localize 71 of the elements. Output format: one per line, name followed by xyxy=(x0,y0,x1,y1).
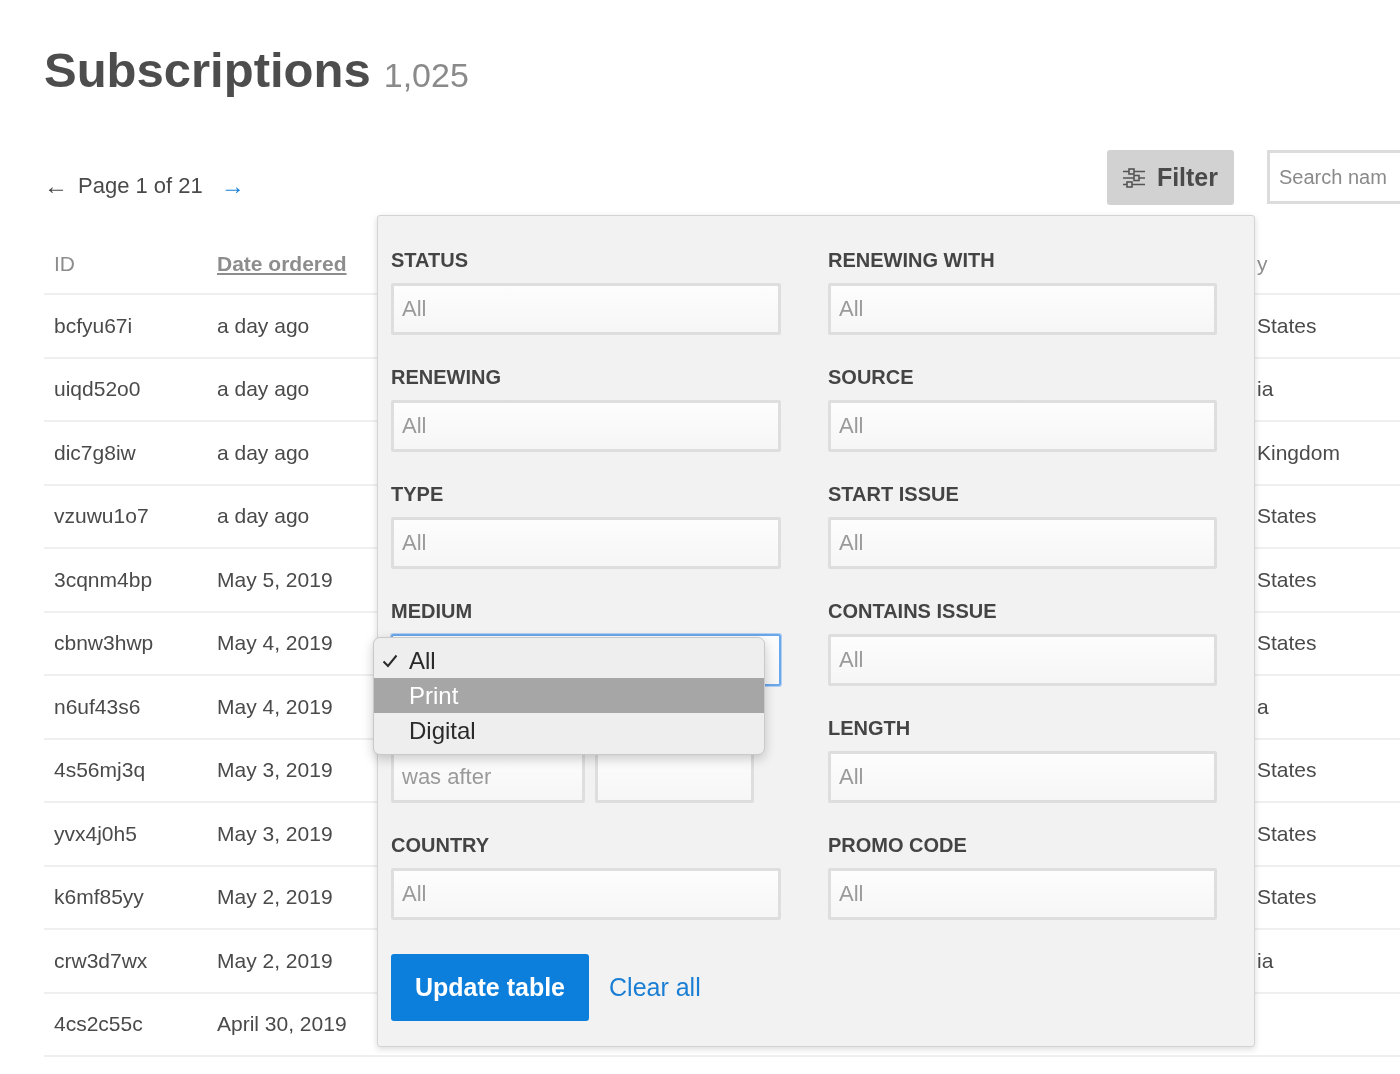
table-cell-text: May 4, 2019 xyxy=(216,694,333,719)
next-page-link[interactable]: → xyxy=(220,172,245,200)
menu-option[interactable]: Digital xyxy=(374,713,764,748)
table-cell-text: May 2, 2019 xyxy=(216,885,333,910)
table-cell-text: May 5, 2019 xyxy=(216,567,333,592)
table-cell-text: May 3, 2019 xyxy=(216,758,333,783)
table-cell-text: a day ago xyxy=(216,313,310,338)
table-cell-text: April 30, 2019 xyxy=(216,1012,347,1037)
filter-select[interactable]: All xyxy=(828,400,1217,452)
search-field[interactable]: Search nam xyxy=(1267,150,1400,204)
filter-select[interactable]: All xyxy=(391,400,781,452)
table-cell: States xyxy=(1257,504,1317,529)
column-header[interactable]: y xyxy=(1257,252,1268,276)
table-cell: Kingdom xyxy=(1257,440,1340,465)
filter-label: LENGTH xyxy=(828,716,911,740)
filter-icon xyxy=(1122,167,1145,188)
filter-select[interactable]: All xyxy=(828,517,1217,569)
table-cell-text: a day ago xyxy=(216,377,310,402)
column-header[interactable]: ID xyxy=(44,252,75,276)
filter-label: PROMO CODE xyxy=(828,833,967,857)
filter-select[interactable]: All xyxy=(391,868,781,920)
table-cell: States xyxy=(1257,821,1317,846)
table-cell: States xyxy=(1257,885,1317,910)
table-cell: ia xyxy=(1257,377,1274,402)
filter-select[interactable]: All xyxy=(828,751,1217,803)
filter-button[interactable]: Filter xyxy=(1106,150,1234,205)
table-cell: States xyxy=(1257,567,1317,592)
filter-label: MEDIUM xyxy=(391,599,473,623)
table-cell-text: May 4, 2019 xyxy=(216,631,333,656)
table-cell: ia xyxy=(1257,948,1274,973)
record-count: 1,025 xyxy=(383,56,469,95)
filter-select[interactable]: All xyxy=(391,517,781,569)
table-cell-text: vzuwu1o7 xyxy=(53,504,149,529)
table-cell-text: 3cqnm4bp xyxy=(53,567,153,592)
page-title: Subscriptions xyxy=(44,42,371,99)
filter-select[interactable]: All xyxy=(391,283,781,335)
filter-label: RENEWING xyxy=(391,365,501,389)
menu-option[interactable]: Print xyxy=(374,678,764,713)
table-cell: States xyxy=(1257,758,1317,783)
menu-option[interactable]: All xyxy=(374,643,764,678)
table-cell: States xyxy=(1257,631,1317,656)
filter-select[interactable]: All xyxy=(828,634,1217,686)
table-cell-text: uiqd52o0 xyxy=(53,377,141,402)
filter-label: TYPE xyxy=(391,482,444,506)
table-cell-text: 4s56mj3q xyxy=(53,758,146,783)
page-indicator: Page 1 of 21 xyxy=(78,172,203,200)
table-cell-text: a day ago xyxy=(216,504,310,529)
filter-label: COUNTRY xyxy=(391,833,490,857)
table-cell: States xyxy=(1257,313,1317,338)
table-cell: a xyxy=(1257,694,1269,719)
filter-label: STATUS xyxy=(391,248,469,272)
filter-label: RENEWING WITH xyxy=(828,248,995,272)
table-cell-text: May 2, 2019 xyxy=(216,948,333,973)
table-cell-text: May 3, 2019 xyxy=(216,821,333,846)
table-cell-text: yvx4j0h5 xyxy=(53,821,137,846)
table-cell-text: dic7g8iw xyxy=(53,440,136,465)
table-cell-text: bcfyu67i xyxy=(53,313,133,338)
column-header[interactable]: Date ordered xyxy=(207,252,347,276)
table-cell-text: a day ago xyxy=(216,440,310,465)
table-cell-text: n6uf43s6 xyxy=(53,694,141,719)
filter-select[interactable]: All xyxy=(828,283,1217,335)
filter-label: SOURCE xyxy=(828,365,914,389)
table-cell-text: 4cs2c55c xyxy=(53,1012,143,1037)
table-cell-text: cbnw3hwp xyxy=(53,631,154,656)
table-cell-text: k6mf85yy xyxy=(53,885,144,910)
table-cell-text: crw3d7wx xyxy=(53,948,148,973)
filter-label: START ISSUE xyxy=(828,482,959,506)
update-table-button[interactable]: Update table xyxy=(391,954,590,1021)
filter-select[interactable]: All xyxy=(828,868,1217,920)
clear-all-link[interactable]: Clear all xyxy=(609,973,701,1002)
filter-label: CONTAINS ISSUE xyxy=(828,599,997,623)
